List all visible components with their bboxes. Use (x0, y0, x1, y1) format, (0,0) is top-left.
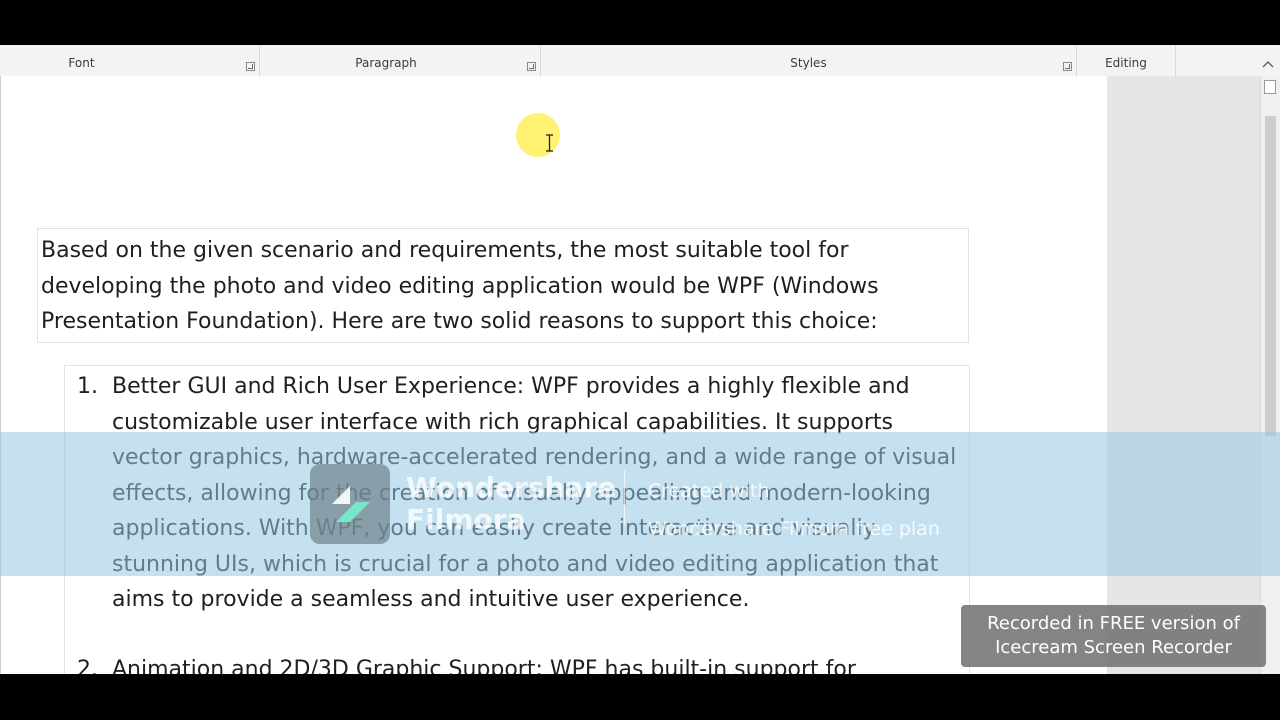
list-item-number: 2. (77, 657, 98, 674)
ribbon-group-label: Font (68, 56, 95, 70)
vertical-scrollbar[interactable] (1260, 76, 1280, 674)
text-cursor-ibeam-icon (546, 134, 553, 152)
paragraph-dialog-launcher-icon[interactable] (527, 62, 536, 71)
icecream-watermark-line: Icecream Screen Recorder (995, 637, 1232, 658)
intro-paragraph[interactable]: Based on the given scenario and requirem… (37, 228, 969, 343)
word-processor-window: Font Paragraph Styles Editing Based on t… (0, 45, 1280, 674)
ribbon-group-label: Styles (790, 56, 827, 70)
ribbon-group-editing: Editing (1077, 45, 1176, 76)
page-margin-gutter (1107, 76, 1260, 674)
ribbon-group-paragraph: Paragraph (260, 45, 541, 76)
filmora-created-text: Created with Wondershare Filmora free pl… (648, 472, 940, 548)
screen-recording-frame: Font Paragraph Styles Editing Based on t… (0, 0, 1280, 720)
filmora-logo-icon (310, 464, 390, 544)
filmora-created-line: Wondershare Filmora free plan (648, 518, 940, 540)
scrollbar-thumb[interactable] (1265, 116, 1276, 436)
document-canvas[interactable]: Based on the given scenario and requirem… (0, 76, 1108, 674)
filmora-watermark-banner (0, 432, 1280, 576)
filmora-brand-text: Wondershare Filmora (406, 472, 616, 536)
ribbon-group-label: Paragraph (355, 56, 417, 70)
ribbon-group-styles: Styles (541, 45, 1077, 76)
styles-dialog-launcher-icon[interactable] (1063, 62, 1072, 71)
font-dialog-launcher-icon[interactable] (246, 62, 255, 71)
filmora-divider (624, 470, 625, 526)
ribbon-group-labels: Font Paragraph Styles Editing (0, 45, 1280, 77)
scroll-up-arrow-icon[interactable] (1264, 80, 1276, 94)
list-item-text[interactable]: Animation and 2D/3D Graphic Support: WPF… (112, 652, 962, 674)
ribbon-group-font: Font (0, 45, 260, 76)
filmora-brand-line: Wondershare (406, 471, 617, 504)
icecream-watermark-line: Recorded in FREE version of (987, 613, 1240, 634)
list-item-number: 1. (77, 374, 98, 399)
filmora-brand-line: Filmora (406, 503, 526, 536)
filmora-created-line: Created with (648, 480, 770, 502)
ribbon-group-label: Editing (1105, 56, 1147, 70)
icecream-recorder-watermark: Recorded in FREE version of Icecream Scr… (961, 605, 1266, 667)
collapse-ribbon-chevron-up-icon[interactable] (1262, 59, 1274, 71)
